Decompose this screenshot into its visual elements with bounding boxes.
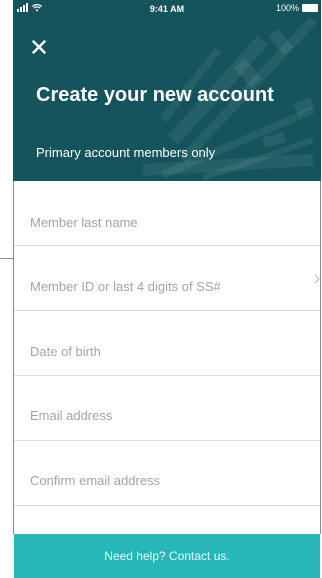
frame-edge-right [320, 181, 321, 534]
email-address-field[interactable]: Email address [14, 376, 320, 441]
member-id-field[interactable]: Member ID or last 4 digits of SS# [14, 246, 320, 311]
page-subtitle: Primary account members only [36, 145, 216, 160]
member-last-name-field[interactable]: Member last name [14, 181, 320, 246]
member-last-name-placeholder: Member last name [30, 215, 138, 230]
close-icon[interactable] [32, 40, 46, 54]
email-address-placeholder: Email address [30, 408, 113, 423]
battery-group: 100% [276, 3, 318, 13]
connector-line [0, 258, 13, 259]
confirm-email-placeholder: Confirm email address [30, 473, 161, 488]
status-time: 9:41 AM [149, 4, 185, 14]
date-of-birth-field[interactable]: Date of birth [14, 311, 320, 376]
help-bar[interactable]: Need help? Contact us. [14, 534, 320, 578]
header: 9:41 AM 100% Create your new account Pri… [13, 0, 321, 181]
battery-icon [302, 4, 318, 12]
chevron-right-icon [314, 274, 320, 284]
status-bar: 9:41 AM 100% [13, 0, 321, 18]
member-id-placeholder: Member ID or last 4 digits of SS# [30, 279, 221, 294]
confirm-email-field[interactable]: Confirm email address [14, 441, 320, 506]
date-of-birth-placeholder: Date of birth [30, 344, 101, 359]
help-contact-link[interactable]: Need help? Contact us. [104, 549, 229, 563]
battery-percent: 100% [275, 3, 299, 13]
page-title: Create your new account [36, 84, 274, 106]
